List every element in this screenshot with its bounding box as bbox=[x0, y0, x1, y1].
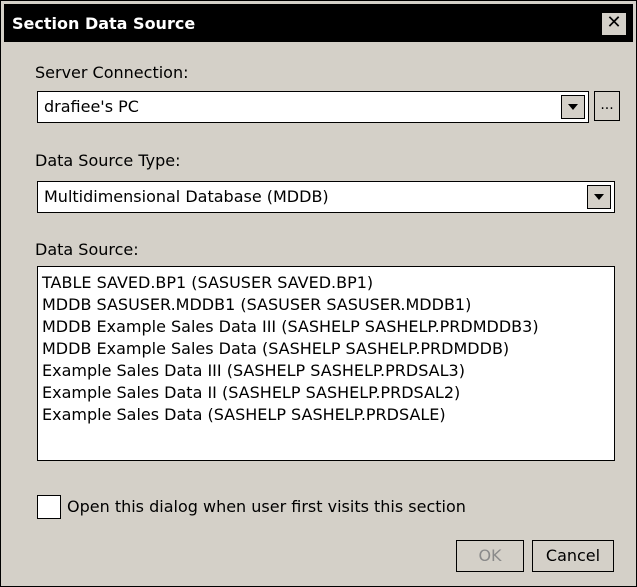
chevron-down-icon[interactable] bbox=[587, 185, 611, 209]
list-item[interactable]: TABLE SAVED.BP1 (SASUSER SAVED.BP1) bbox=[42, 273, 373, 292]
list-item[interactable]: MDDB Example Sales Data (SASHELP SASHELP… bbox=[42, 339, 509, 358]
chevron-down-icon[interactable] bbox=[561, 95, 585, 119]
title-bar: Section Data Source ✕ bbox=[4, 4, 633, 42]
server-connection-select[interactable]: drafiee's PC bbox=[37, 91, 589, 123]
open-dialog-checkbox[interactable] bbox=[37, 495, 61, 519]
data-source-label: Data Source: bbox=[35, 240, 139, 259]
close-button[interactable]: ✕ bbox=[601, 12, 627, 36]
list-item[interactable]: Example Sales Data III (SASHELP SASHELP.… bbox=[42, 361, 465, 380]
list-item[interactable]: Example Sales Data II (SASHELP SASHELP.P… bbox=[42, 383, 460, 402]
list-item[interactable]: Example Sales Data (SASHELP SASHELP.PRDS… bbox=[42, 405, 446, 424]
open-dialog-checkbox-label: Open this dialog when user first visits … bbox=[67, 497, 466, 516]
section-data-source-dialog: Section Data Source ✕ Server Connection:… bbox=[0, 0, 637, 587]
list-item[interactable]: MDDB Example Sales Data III (SASHELP SAS… bbox=[42, 317, 539, 336]
cancel-button[interactable]: Cancel bbox=[532, 540, 614, 572]
window-title: Section Data Source bbox=[12, 14, 196, 33]
data-source-type-label: Data Source Type: bbox=[35, 151, 181, 170]
data-source-type-select[interactable]: Multidimensional Database (MDDB) bbox=[37, 181, 615, 213]
ok-button[interactable]: OK bbox=[456, 540, 524, 572]
server-connection-label: Server Connection: bbox=[35, 63, 189, 82]
data-source-type-value: Multidimensional Database (MDDB) bbox=[44, 187, 329, 206]
browse-server-button[interactable]: ... bbox=[594, 91, 620, 121]
list-item[interactable]: MDDB SASUSER.MDDB1 (SASUSER SASUSER.MDDB… bbox=[42, 295, 471, 314]
server-connection-value: drafiee's PC bbox=[44, 97, 139, 116]
data-source-list[interactable]: TABLE SAVED.BP1 (SASUSER SAVED.BP1) MDDB… bbox=[37, 266, 615, 461]
close-icon: ✕ bbox=[606, 12, 622, 33]
